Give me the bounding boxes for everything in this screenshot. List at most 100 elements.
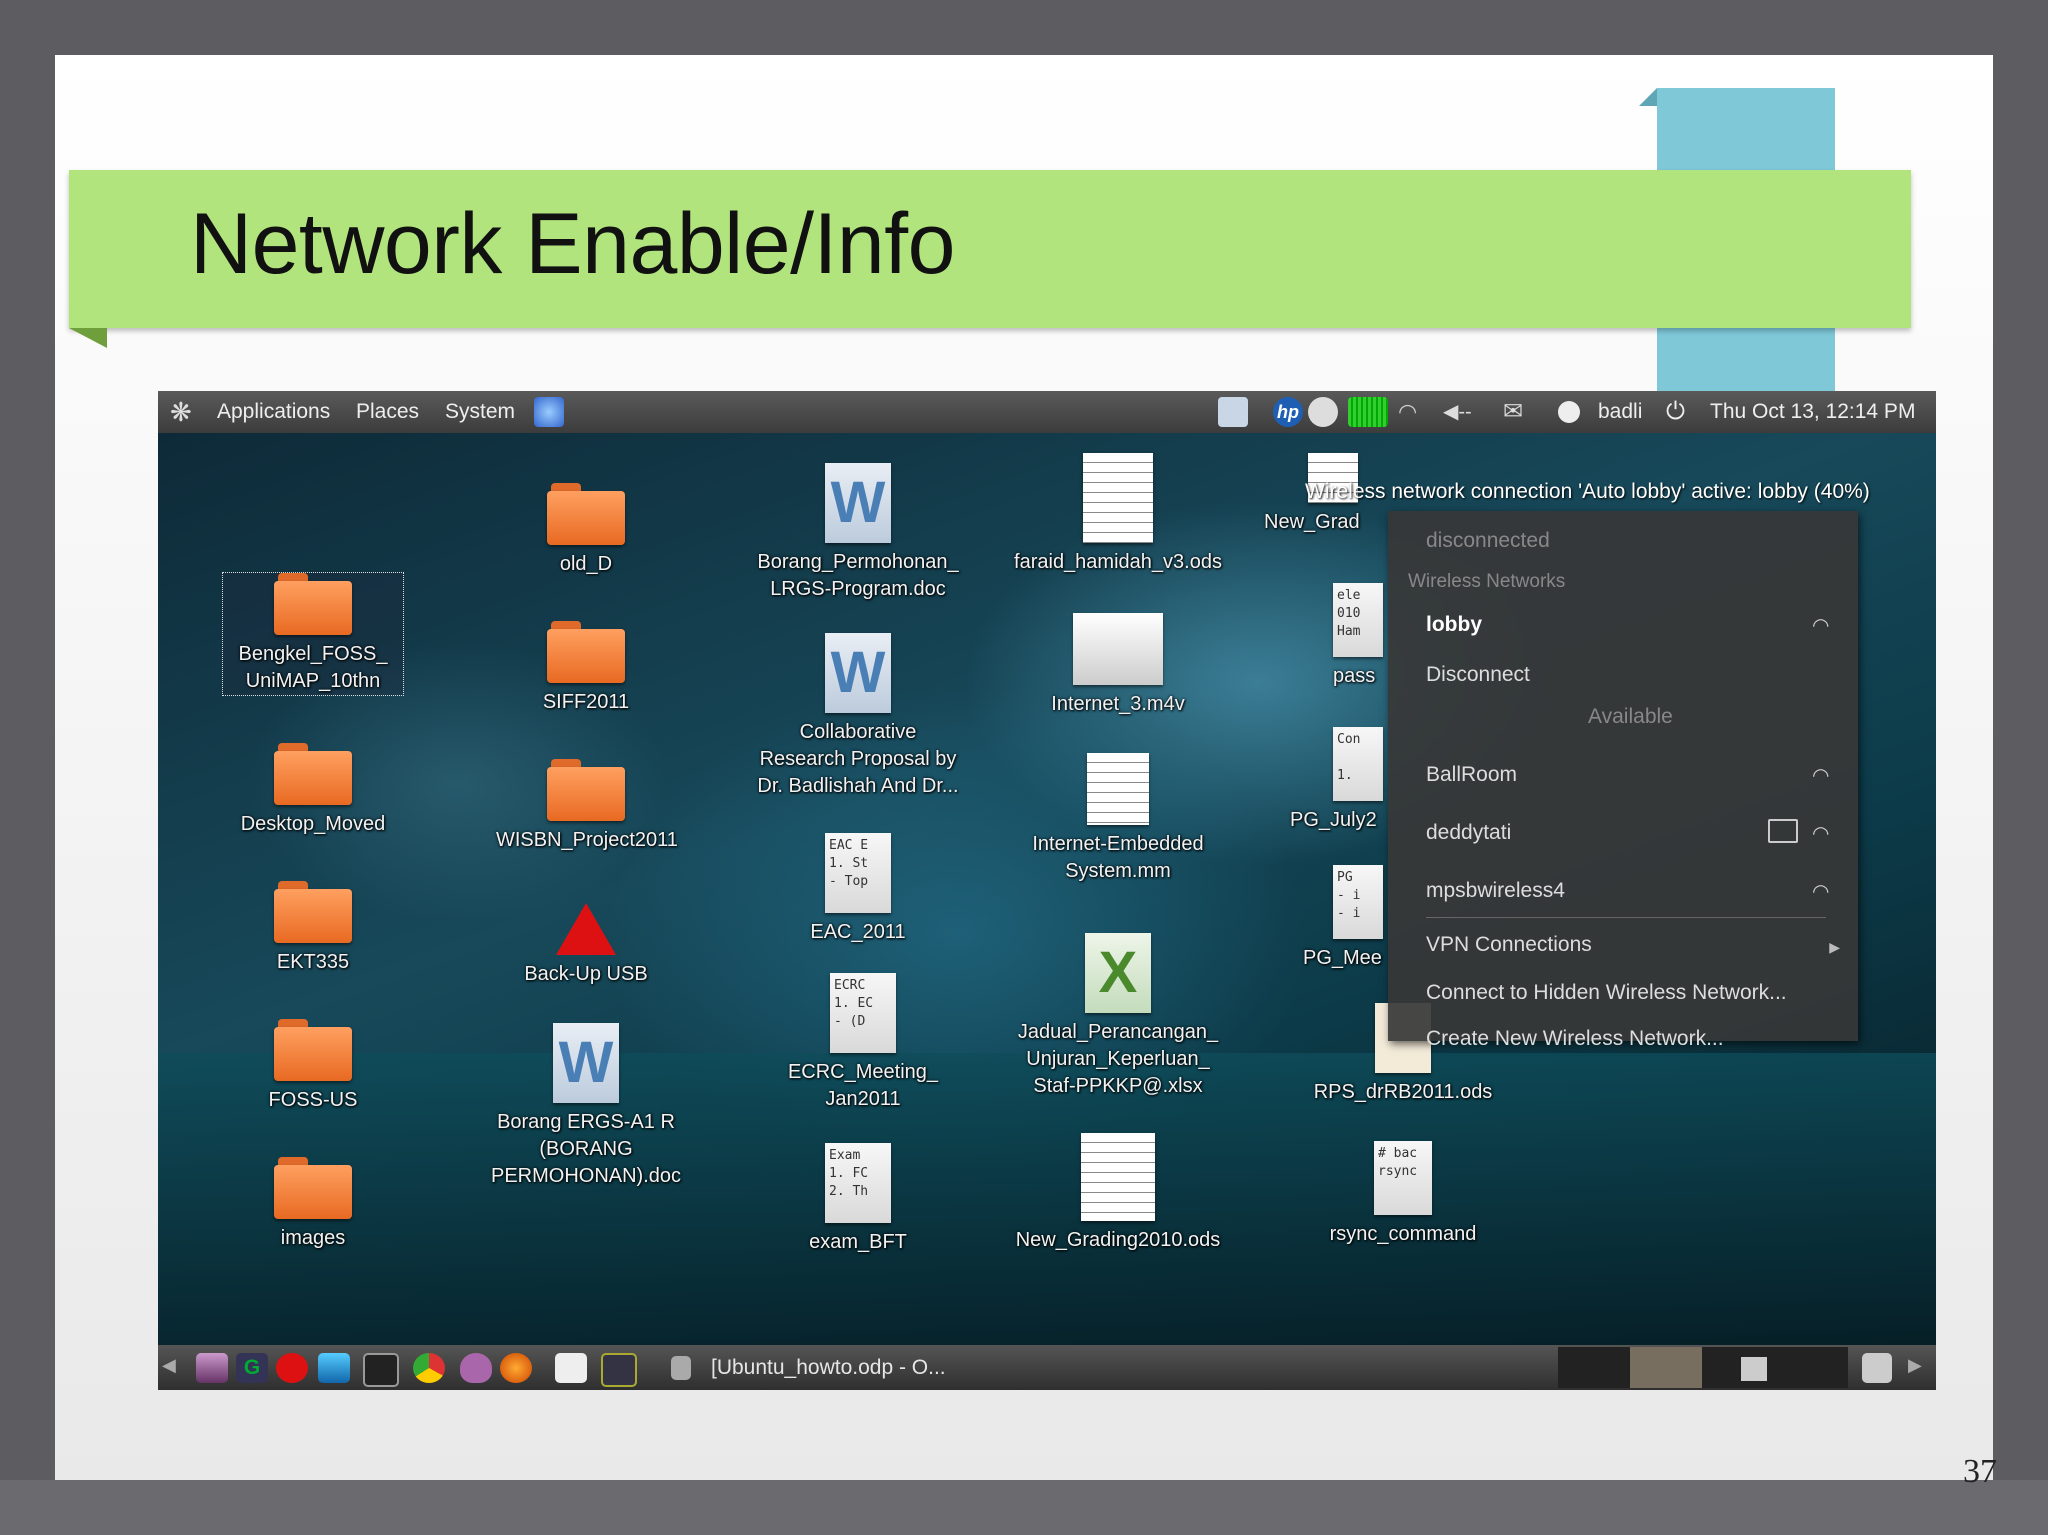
desktop-icon-jadual-xlsx[interactable]: X Jadual_Perancangan_ Unjuran_Keperluan_…	[1008, 933, 1228, 1100]
network-menu: disconnected Wireless Networks lobby ◠ D…	[1388, 511, 1858, 1050]
desktop-icon-pg-meeting[interactable]: PG - i - i PG_Mee	[1303, 865, 1393, 972]
taskbar-window-button[interactable]: [Ubuntu_howto.odp - O...	[711, 1356, 946, 1380]
network-tooltip: Wireless network connection 'Auto lobby'…	[1305, 480, 1870, 503]
desktop-icon-borang-ergs[interactable]: W Borang ERGS-A1 R (BORANG PERMOHONAN).d…	[476, 1023, 696, 1190]
network-manager-icon[interactable]	[534, 397, 564, 427]
scroll-right-icon[interactable]: ▶	[1908, 1355, 1922, 1376]
menu-places[interactable]: Places	[356, 400, 419, 424]
desktop-icon-backup-usb[interactable]: Back-Up USB	[496, 903, 676, 988]
gnome-foot-icon[interactable]: ❋	[170, 398, 198, 426]
g-app-icon[interactable]: G	[236, 1353, 268, 1383]
terminal-icon[interactable]	[363, 1353, 399, 1387]
wifi-signal-icon: ◠	[1812, 615, 1830, 637]
chrome-icon[interactable]	[413, 1353, 445, 1383]
desktop-icon-borang-permohonan[interactable]: W Borang_Permohonan_ LRGS-Program.doc	[738, 463, 978, 603]
icon-label: WISBN_Project2011	[496, 829, 678, 851]
firefox-icon[interactable]	[500, 1353, 532, 1383]
opera-icon[interactable]	[276, 1353, 308, 1383]
icon-label: Bengkel_FOSS_ UniMAP_10thn	[238, 643, 388, 692]
icon-label: EKT335	[276, 951, 350, 973]
word-doc-icon: W	[825, 463, 891, 543]
decor-fold	[1639, 88, 1657, 106]
icon-label: images	[280, 1227, 346, 1249]
text-doc-icon: ele 010 Ham	[1333, 583, 1383, 657]
text-editor-icon[interactable]	[555, 1353, 587, 1383]
wifi-icon[interactable]: ◠	[1398, 397, 1428, 427]
workspace-switcher[interactable]	[1558, 1347, 1848, 1388]
workspace-window-thumb	[1741, 1357, 1767, 1381]
icon-label: Jadual_Perancangan_ Unjuran_Keperluan_ S…	[1017, 1021, 1219, 1097]
wireless-networks-header: Wireless Networks	[1408, 571, 1566, 592]
volume-icon[interactable]: ◀--	[1443, 397, 1473, 427]
text-doc-icon: EAC E 1. St - Top	[825, 833, 891, 913]
desktop-icon-wisbn[interactable]: WISBN_Project2011	[496, 759, 678, 854]
desktop-screenshot: Bengkel_FOSS_ UniMAP_10thn Desktop_Moved…	[158, 391, 1936, 1390]
cpu-meter-icon[interactable]	[1348, 397, 1388, 427]
hidden-network-item[interactable]: Connect to Hidden Wireless Network...	[1426, 981, 1787, 1005]
menu-separator	[1426, 917, 1826, 918]
mail-icon[interactable]: ✉	[1503, 397, 1533, 427]
bottom-panel: ◀ G [Ubuntu_howto.odp - O... ▶	[158, 1345, 1936, 1390]
desktop-icon-faraid[interactable]: faraid_hamidah_v3.ods	[998, 453, 1238, 576]
desktop-icon-exam-bft[interactable]: Exam 1. FC 2. Th exam_BFT	[768, 1143, 948, 1256]
vpn-connections-item[interactable]: VPN Connections	[1426, 933, 1592, 957]
desktop-icon-internet-m4v[interactable]: Internet_3.m4v	[1028, 613, 1208, 718]
icon-label: Back-Up USB	[524, 963, 648, 985]
desktop-icon-images[interactable]: images	[223, 1157, 403, 1252]
wifi-signal-icon: ◠	[1812, 765, 1830, 787]
desktop-icon-siff2011[interactable]: SIFF2011	[496, 621, 676, 716]
app-launcher-icon[interactable]	[318, 1353, 350, 1383]
text-doc-icon: Con 1.	[1333, 727, 1383, 801]
desktop-icon-old-d[interactable]: old_D	[496, 483, 676, 578]
icon-label: New_Grading2010.ods	[1015, 1229, 1221, 1251]
network-item-ballroom[interactable]: BallRoom	[1426, 763, 1517, 787]
folder-icon	[547, 759, 625, 821]
clock-datetime[interactable]: Thu Oct 13, 12:14 PM	[1710, 400, 1915, 424]
desktop-icon-new-grading2010[interactable]: New_Grading2010.ods	[1008, 1133, 1228, 1254]
create-network-item[interactable]: Create New Wireless Network...	[1426, 1027, 1724, 1051]
page-number: 37	[1963, 1453, 1997, 1490]
desktop-icon-ekt335[interactable]: EKT335	[223, 881, 403, 976]
desktop-icon-desktop-moved[interactable]: Desktop_Moved	[223, 743, 403, 838]
desktop-icon-eac-2011[interactable]: EAC E 1. St - Top EAC_2011	[768, 833, 948, 946]
clock-icon[interactable]	[1308, 397, 1338, 427]
user-name[interactable]: badli	[1598, 400, 1642, 424]
show-desktop-icon[interactable]	[196, 1353, 228, 1383]
desktop-icon-internet-embedded[interactable]: Internet-Embedded System.mm	[1018, 753, 1218, 885]
desktop-icon-pg-july[interactable]: Con 1. PG_July2	[1290, 727, 1390, 834]
power-icon[interactable]: ⏻	[1666, 397, 1696, 427]
desktop-icon-ecrc-meeting[interactable]: ECRC 1. EC - (D ECRC_Meeting_ Jan2011	[768, 973, 958, 1113]
disconnect-item[interactable]: Disconnect	[1426, 663, 1530, 687]
folder-icon	[274, 881, 352, 943]
desktop-icon-foss-us[interactable]: FOSS-US	[223, 1019, 403, 1114]
top-panel: ❋ Applications Places System hp ◠ ◀-- ✉ …	[158, 391, 1936, 433]
icon-label: PG_Mee	[1303, 947, 1382, 969]
scroll-left-icon[interactable]: ◀	[162, 1355, 184, 1381]
presentation-icon[interactable]	[601, 1353, 637, 1387]
script-doc-icon: # bac rsync	[1374, 1141, 1432, 1215]
pidgin-icon[interactable]	[460, 1353, 492, 1383]
trash-icon[interactable]	[1862, 1353, 1892, 1383]
desktop-icon-collaborative-proposal[interactable]: W Collaborative Research Proposal by Dr.…	[738, 633, 978, 800]
wifi-secure-icon: ◠	[1812, 881, 1830, 903]
icon-label: EAC_2011	[810, 921, 906, 943]
hp-icon[interactable]: hp	[1273, 397, 1303, 427]
workspace-active[interactable]	[1630, 1347, 1702, 1388]
wifi-secure-icon: ◠	[1812, 823, 1830, 845]
icon-label: Borang_Permohonan_ LRGS-Program.doc	[757, 551, 959, 600]
submenu-arrow-icon: ▶	[1829, 939, 1840, 955]
desktop-icon-rsync[interactable]: # bac rsync rsync_command	[1303, 1141, 1503, 1248]
network-item-lobby[interactable]: lobby	[1426, 613, 1482, 637]
desktop-icon-bengkel-folder[interactable]: Bengkel_FOSS_ UniMAP_10thn	[222, 572, 404, 696]
desktop-wallpaper: Bengkel_FOSS_ UniMAP_10thn Desktop_Moved…	[158, 433, 1936, 1345]
monitor-icon[interactable]	[1218, 397, 1248, 427]
network-item-deddytati[interactable]: deddytati	[1426, 821, 1511, 845]
folder-icon	[274, 573, 352, 635]
network-item-mpsbwireless4[interactable]: mpsbwireless4	[1426, 879, 1565, 903]
word-doc-icon: W	[553, 1023, 619, 1103]
menu-applications[interactable]: Applications	[217, 400, 330, 424]
icon-label: New_Grad	[1264, 511, 1360, 533]
menu-system[interactable]: System	[445, 400, 515, 424]
icon-label: PG_July2	[1290, 809, 1377, 831]
icon-label: rsync_command	[1329, 1223, 1477, 1245]
